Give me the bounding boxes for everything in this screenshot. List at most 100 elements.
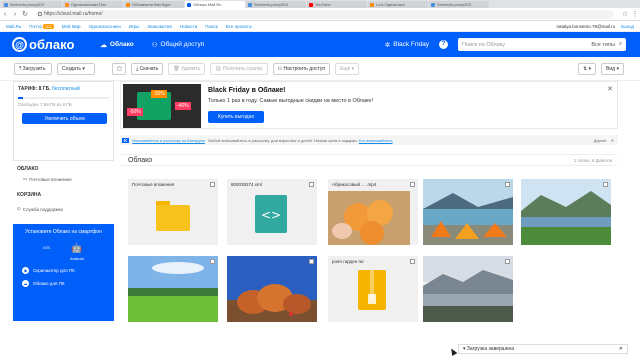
portal-user: natalya.bonsento.78@mail.ru выход — [557, 24, 634, 29]
delete-button[interactable]: 🗑 Удалить — [168, 62, 206, 75]
file-checkbox[interactable] — [210, 182, 215, 187]
view-button[interactable]: Вид ▾ — [601, 62, 624, 75]
url-input[interactable]: https://cloud.mail.ru/home/ — [36, 9, 614, 19]
file-tile[interactable]: рояп гарден rar — [328, 256, 418, 322]
file-tile[interactable] — [423, 256, 513, 322]
file-checkbox[interactable] — [603, 182, 608, 187]
close-icon[interactable]: ✕ — [611, 138, 614, 143]
star-icon[interactable]: ☆ — [620, 10, 630, 18]
file-tile[interactable] — [227, 256, 317, 322]
cloud-logo[interactable]: @ облако — [12, 37, 74, 52]
sort-button[interactable]: ⇅ ▾ — [577, 62, 597, 75]
portal-mymir[interactable]: Мой Мир — [62, 24, 81, 29]
portal-search[interactable]: Поиск — [205, 24, 217, 29]
select-all-checkbox[interactable]: ▢ — [112, 62, 126, 75]
forward-icon[interactable]: › — [10, 11, 20, 18]
portal-news[interactable]: Новости — [180, 24, 197, 29]
browser-tab[interactable]: Sertvedo-proxy303 — [2, 1, 62, 8]
get-link-label: Получить ссылку — [222, 65, 263, 72]
portal-mailru[interactable]: Mail.Ru — [6, 24, 21, 29]
delete-label: Удалить — [181, 65, 201, 72]
sidebar: ТАРИФ: 8 ГБ. бесплатный Свободно 7.59 ГБ… — [13, 81, 114, 360]
black-friday-link[interactable]: ✲ Black Friday — [385, 41, 429, 49]
storage-free-text: Свободно 7.59 ГБ из 8 ГБ — [18, 102, 72, 107]
file-tile[interactable]: Почтовые вложения — [128, 179, 218, 245]
share-button[interactable]: ⚇ Настроить доступ — [272, 62, 331, 75]
close-icon[interactable]: ✕ — [619, 346, 623, 352]
file-tile[interactable]: <> 600039374.xml — [227, 179, 317, 245]
file-tile[interactable] — [521, 179, 611, 245]
sidebar-item-attachments[interactable]: ▭ Почтовые вложения — [13, 176, 114, 182]
nav-cloud-label: Облако — [109, 41, 134, 48]
file-checkbox[interactable] — [210, 259, 215, 264]
nav-cloud[interactable]: ☁ Облако — [96, 38, 137, 52]
tariff-type-link[interactable]: бесплатный — [52, 86, 80, 92]
portal-games[interactable]: Игры — [129, 24, 140, 29]
browser-tab[interactable]: Объявлени Ваз Куре — [124, 1, 184, 8]
black-friday-banner: -30% -40% -50% Black Friday в Облаке! То… — [120, 81, 618, 129]
reload-icon[interactable]: ↻ — [20, 10, 30, 18]
ios-link[interactable]: iOS — [43, 243, 50, 261]
file-checkbox[interactable] — [309, 259, 314, 264]
ad-link[interactable]: Вписывайтесь в рассылку по Беларуси — [132, 138, 205, 143]
cloud-pc-icon: ☁ — [22, 280, 29, 287]
file-checkbox[interactable] — [309, 182, 314, 187]
close-icon[interactable]: ✕ — [607, 85, 613, 93]
support-link[interactable]: ⊙ Служба поддержки — [13, 206, 114, 212]
browser-tab[interactable]: YouTube — [307, 1, 367, 8]
search-icon[interactable]: ⌕ — [619, 41, 622, 48]
create-button[interactable]: Создать ▾ — [57, 62, 95, 75]
file-tile[interactable]: Абрикосовый ... .mp4 — [328, 179, 418, 245]
ad-link-2[interactable]: Кто-вписывайтесь — [359, 138, 393, 143]
increase-storage-button[interactable]: Увеличить объем — [22, 113, 107, 124]
get-link-button[interactable]: ⛓ Получить ссылку — [210, 62, 268, 75]
portal-mail[interactable]: Почта 102 — [29, 24, 54, 29]
file-tile[interactable] — [128, 256, 218, 322]
help-icon[interactable]: ? — [439, 40, 448, 49]
browser-tab[interactable]: Sertvedo-proxy303 — [246, 1, 306, 8]
sidebar-cloud-header[interactable]: ОБЛАКО — [13, 166, 114, 172]
nav-shared[interactable]: ⚇ Общий доступ — [148, 38, 209, 52]
chevron-down-icon[interactable]: ▾ — [463, 346, 466, 352]
pc-cloud-link[interactable]: ☁ Облако для ПК — [18, 280, 109, 287]
file-checkbox[interactable] — [505, 182, 510, 187]
discount-tag: -40% — [175, 102, 191, 110]
support-icon: ⊙ — [17, 206, 21, 211]
support-label: Служба поддержки — [22, 206, 63, 212]
screenshoter-link[interactable]: ◉ Скриншотер для ПК — [18, 267, 109, 274]
back-icon[interactable]: ‹ — [0, 11, 10, 18]
browser-tab[interactable]: Lo/x Однокласс — [368, 1, 428, 8]
banner-title: Black Friday в Облаке! — [208, 87, 286, 94]
browser-tab[interactable]: Облако Mail.Ru — [185, 1, 245, 8]
download-button[interactable]: ⤓ Скачать — [131, 62, 164, 75]
file-checkbox[interactable] — [410, 259, 415, 264]
user-email[interactable]: natalya.bonsento.78@mail.ru — [557, 24, 616, 29]
platform-links: iOS 🤖 Android — [18, 243, 109, 261]
file-tile[interactable] — [423, 179, 513, 245]
browser-address-bar: ‹ › ↻ https://cloud.mail.ru/home/ ☆ ⋮ — [0, 8, 640, 21]
search-input[interactable]: Поиск по Облаку Все типы ⌕ — [458, 38, 626, 51]
tab-label: Sertvedo-proxy303 — [254, 2, 288, 7]
menu-icon[interactable]: ⋮ — [630, 10, 640, 18]
browser-tabstrip: Sertvedo-proxy303 Однокласники-Пол Объявле… — [0, 0, 640, 8]
file-checkbox[interactable] — [410, 182, 415, 187]
portal-ok[interactable]: Одноклассники — [89, 24, 121, 29]
portal-dating[interactable]: Знакомства — [147, 24, 171, 29]
sidebar-trash[interactable]: КОРЗИНА — [13, 192, 114, 198]
more-button[interactable]: Ещё ▾ — [335, 62, 360, 75]
logout-link[interactable]: выход — [621, 24, 634, 29]
discount-tag: -30% — [151, 90, 167, 98]
buy-button[interactable]: Купить выгодно — [208, 111, 264, 123]
search-types-select[interactable]: Все типы — [591, 42, 615, 48]
browser-tab[interactable]: Sertvedo-proxy303 — [429, 1, 489, 8]
favicon-icon — [370, 3, 374, 7]
xml-file-icon: <> — [227, 179, 317, 245]
file-checkbox[interactable] — [505, 259, 510, 264]
portal-all-projects[interactable]: Все проекты — [226, 24, 252, 29]
android-link[interactable]: 🤖 Android — [70, 243, 84, 261]
file-name: 600039374.xml — [231, 182, 262, 187]
browser-tab[interactable]: Однокласники-Пол — [63, 1, 123, 8]
screenshoter-label: Скриншотер для ПК — [33, 268, 75, 273]
upload-button[interactable]: ⤒ Загрузить — [14, 62, 52, 75]
ad-source: Директ — [593, 137, 607, 143]
